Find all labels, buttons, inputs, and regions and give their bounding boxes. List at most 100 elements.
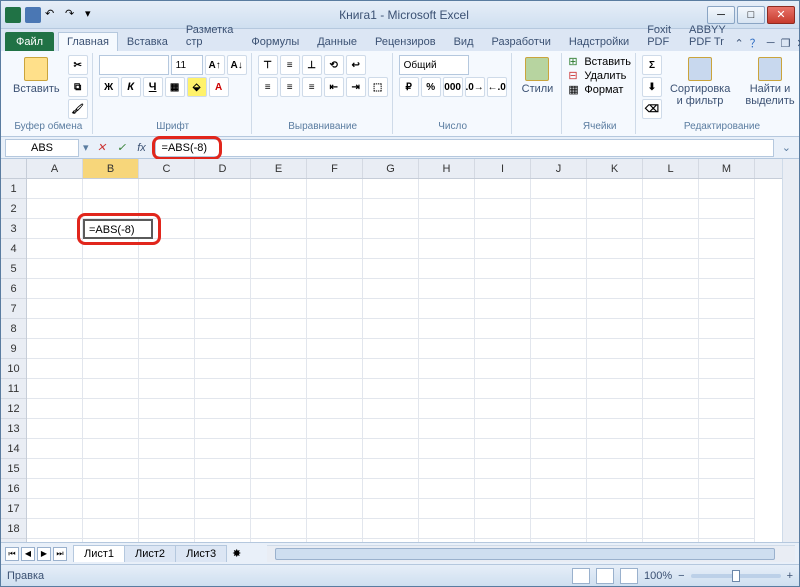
align-middle-icon[interactable]: ≡ bbox=[280, 55, 300, 75]
cell[interactable] bbox=[475, 239, 531, 259]
col-header[interactable]: I bbox=[475, 159, 531, 178]
cell[interactable] bbox=[531, 379, 587, 399]
copy-icon[interactable]: ⧉ bbox=[68, 77, 88, 97]
cell[interactable] bbox=[307, 439, 363, 459]
cell[interactable] bbox=[643, 359, 699, 379]
orientation-icon[interactable]: ⟲ bbox=[324, 55, 344, 75]
cell[interactable] bbox=[699, 499, 755, 519]
cell[interactable] bbox=[643, 519, 699, 539]
cell[interactable] bbox=[699, 459, 755, 479]
delete-cells-button[interactable]: ⊟Удалить bbox=[568, 69, 626, 82]
cell[interactable] bbox=[699, 259, 755, 279]
cell[interactable] bbox=[251, 299, 307, 319]
cell[interactable] bbox=[531, 259, 587, 279]
cell[interactable] bbox=[643, 219, 699, 239]
cell[interactable] bbox=[195, 259, 251, 279]
cell[interactable] bbox=[419, 179, 475, 199]
cell[interactable] bbox=[307, 239, 363, 259]
align-center-icon[interactable]: ≡ bbox=[280, 77, 300, 97]
cell[interactable] bbox=[363, 239, 419, 259]
format-cells-button[interactable]: ▦Формат bbox=[568, 83, 623, 96]
cell[interactable] bbox=[643, 319, 699, 339]
col-header[interactable]: E bbox=[251, 159, 307, 178]
cell[interactable] bbox=[307, 499, 363, 519]
cell[interactable] bbox=[251, 539, 307, 542]
tab-review[interactable]: Рецензиров bbox=[366, 32, 445, 51]
tab-insert[interactable]: Вставка bbox=[118, 32, 177, 51]
cell[interactable] bbox=[475, 339, 531, 359]
cell[interactable] bbox=[531, 459, 587, 479]
cell[interactable] bbox=[251, 419, 307, 439]
cell[interactable] bbox=[587, 539, 643, 542]
cell[interactable] bbox=[307, 279, 363, 299]
cell[interactable] bbox=[27, 519, 83, 539]
cell[interactable] bbox=[643, 299, 699, 319]
cell[interactable] bbox=[475, 319, 531, 339]
clear-icon[interactable]: ⌫ bbox=[642, 99, 662, 119]
border-icon[interactable]: ▦ bbox=[165, 77, 185, 97]
cell[interactable] bbox=[195, 319, 251, 339]
cell[interactable] bbox=[307, 319, 363, 339]
cell[interactable] bbox=[307, 399, 363, 419]
cell[interactable] bbox=[643, 339, 699, 359]
fill-color-icon[interactable]: ⬙ bbox=[187, 77, 207, 97]
align-bottom-icon[interactable]: ⊥ bbox=[302, 55, 322, 75]
tab-file[interactable]: Файл bbox=[5, 32, 54, 51]
cell[interactable] bbox=[307, 219, 363, 239]
sheet-first-icon[interactable]: ⏮ bbox=[5, 547, 19, 561]
tab-data[interactable]: Данные bbox=[308, 32, 366, 51]
row-header[interactable]: 12 bbox=[1, 399, 26, 419]
row-header[interactable]: 17 bbox=[1, 499, 26, 519]
cell[interactable] bbox=[307, 419, 363, 439]
cell[interactable] bbox=[699, 399, 755, 419]
cell[interactable] bbox=[587, 439, 643, 459]
cell[interactable] bbox=[251, 279, 307, 299]
cell[interactable] bbox=[531, 199, 587, 219]
cell[interactable] bbox=[699, 539, 755, 542]
cell[interactable] bbox=[587, 499, 643, 519]
cut-icon[interactable]: ✂ bbox=[68, 55, 88, 75]
cell[interactable] bbox=[531, 239, 587, 259]
row-header[interactable]: 14 bbox=[1, 439, 26, 459]
cell[interactable] bbox=[531, 439, 587, 459]
cell[interactable] bbox=[475, 399, 531, 419]
cell[interactable] bbox=[699, 219, 755, 239]
row-header[interactable]: 6 bbox=[1, 279, 26, 299]
cell[interactable] bbox=[475, 379, 531, 399]
maximize-button[interactable]: □ bbox=[737, 6, 765, 24]
cell[interactable] bbox=[139, 199, 195, 219]
cell[interactable] bbox=[139, 179, 195, 199]
col-header[interactable]: H bbox=[419, 159, 475, 178]
row-header[interactable]: 15 bbox=[1, 459, 26, 479]
row-header[interactable]: 19 bbox=[1, 539, 26, 542]
tab-formulas[interactable]: Формулы bbox=[242, 32, 308, 51]
indent-dec-icon[interactable]: ⇤ bbox=[324, 77, 344, 97]
cell[interactable] bbox=[195, 339, 251, 359]
cell[interactable] bbox=[307, 539, 363, 542]
cell[interactable] bbox=[475, 259, 531, 279]
col-header[interactable]: B bbox=[83, 159, 139, 178]
sheet-prev-icon[interactable]: ◀ bbox=[21, 547, 35, 561]
row-header[interactable]: 11 bbox=[1, 379, 26, 399]
cell[interactable] bbox=[195, 479, 251, 499]
cell[interactable] bbox=[699, 179, 755, 199]
cell[interactable] bbox=[195, 399, 251, 419]
cell[interactable] bbox=[587, 179, 643, 199]
cell[interactable] bbox=[27, 499, 83, 519]
cell[interactable] bbox=[419, 499, 475, 519]
cell[interactable] bbox=[475, 479, 531, 499]
cell[interactable] bbox=[419, 199, 475, 219]
cell[interactable] bbox=[475, 459, 531, 479]
cell[interactable] bbox=[587, 419, 643, 439]
cell[interactable] bbox=[83, 439, 139, 459]
currency-icon[interactable]: ₽ bbox=[399, 77, 419, 97]
cell[interactable] bbox=[699, 319, 755, 339]
cell[interactable] bbox=[139, 519, 195, 539]
cell[interactable] bbox=[251, 219, 307, 239]
tab-developer[interactable]: Разработчи bbox=[483, 32, 560, 51]
cell[interactable] bbox=[195, 539, 251, 542]
col-header[interactable]: K bbox=[587, 159, 643, 178]
format-painter-icon[interactable]: 🖌 bbox=[68, 99, 88, 119]
cell[interactable] bbox=[83, 519, 139, 539]
cell[interactable] bbox=[531, 219, 587, 239]
